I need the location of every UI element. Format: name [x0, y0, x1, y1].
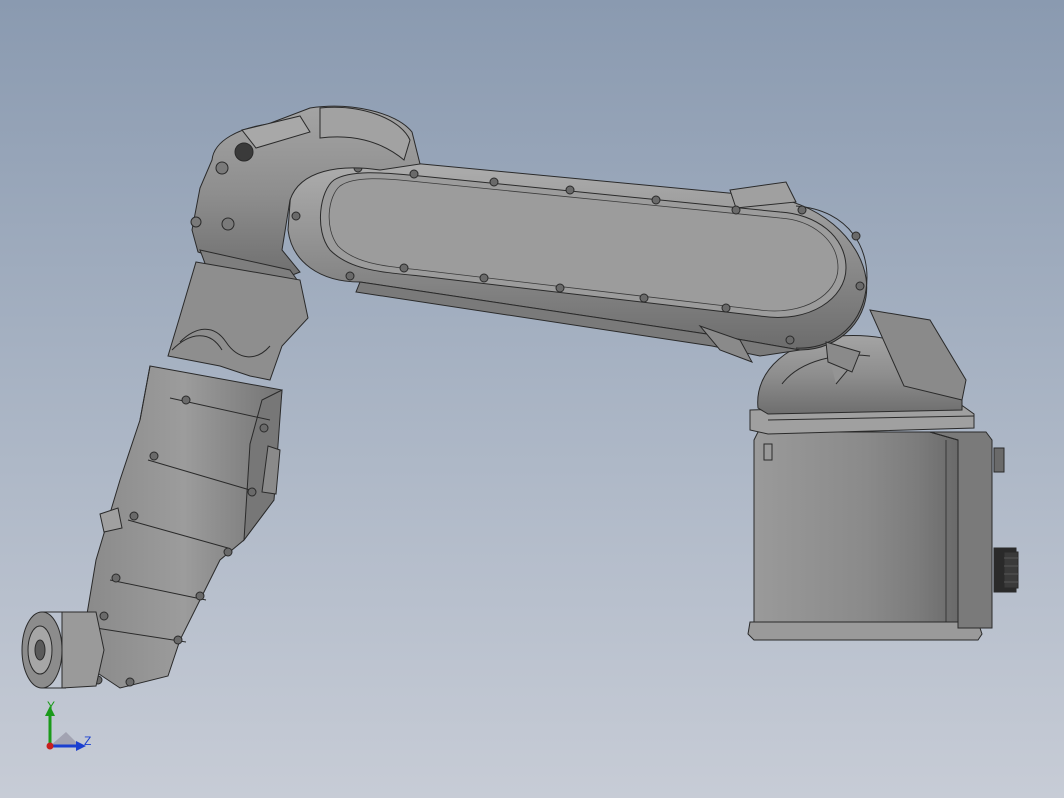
cable-connector — [993, 547, 1019, 593]
base-assembly[interactable] — [747, 309, 1019, 641]
robot-arm-model[interactable] — [0, 0, 1064, 798]
upper-arm[interactable] — [287, 154, 868, 373]
graphics-viewport[interactable]: Y Z — [0, 0, 1064, 798]
wrist-flange[interactable] — [21, 611, 105, 689]
triad-z-label: Z — [84, 734, 92, 748]
forearm[interactable] — [85, 261, 309, 689]
orientation-triad: Y Z — [40, 700, 100, 756]
triad-y-label: Y — [47, 699, 56, 713]
